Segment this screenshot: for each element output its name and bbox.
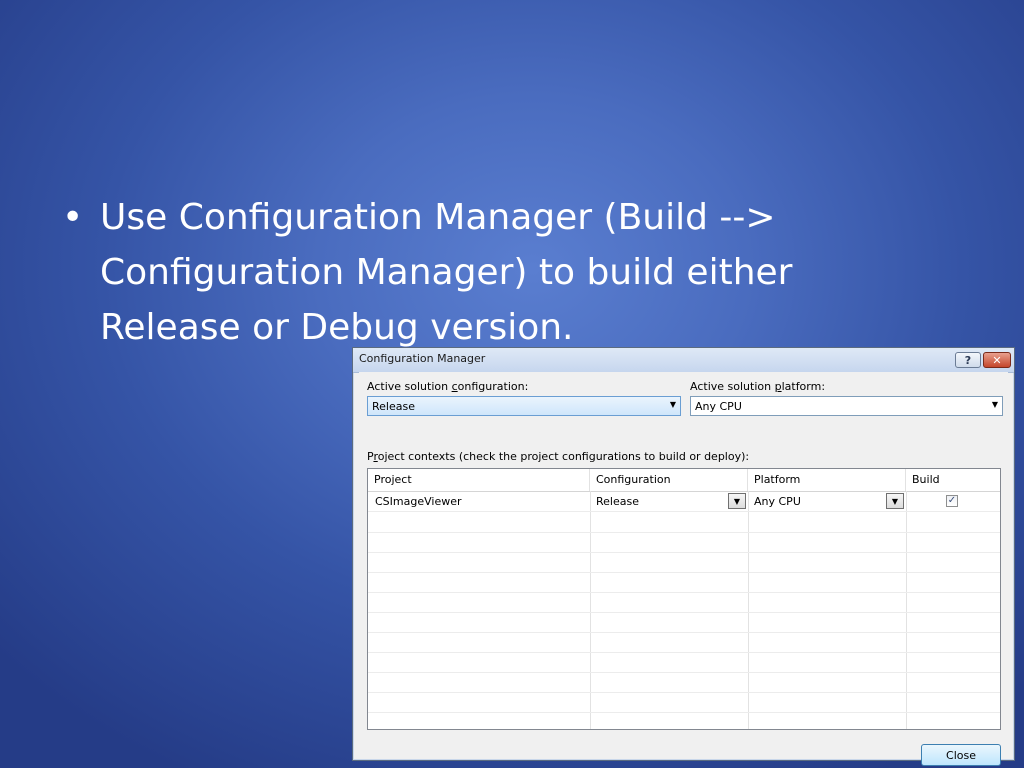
help-button[interactable]: ? (955, 352, 981, 368)
column-header-build[interactable]: Build (906, 469, 1000, 491)
empty-row (368, 572, 1000, 593)
project-contexts-label: Project contexts (check the project conf… (367, 450, 750, 463)
row-configuration-dropdown[interactable]: ▼ (728, 493, 746, 509)
column-header-configuration[interactable]: Configuration (590, 469, 748, 491)
window-close-button[interactable]: ✕ (983, 352, 1011, 368)
dialog-titlebar[interactable]: Configuration Manager ? ✕ (353, 348, 1014, 373)
close-icon: ✕ (992, 353, 1002, 367)
active-platform-value: Any CPU (695, 400, 742, 413)
row-platform: Any CPU (754, 495, 801, 508)
bullet-line-2: Configuration Manager) to build either (100, 252, 793, 293)
chevron-down-icon: ▼ (891, 496, 899, 506)
row-platform-dropdown[interactable]: ▼ (886, 493, 904, 509)
dialog-title: Configuration Manager (359, 352, 486, 365)
active-config-select[interactable]: Release ▼ (367, 396, 681, 416)
chevron-down-icon: ▼ (669, 400, 676, 409)
row-project: CSImageViewer (375, 495, 462, 508)
bullet-line-1: Use Configuration Manager (Build --> (100, 197, 776, 238)
close-button[interactable]: Close (921, 744, 1001, 766)
active-config-value: Release (372, 400, 415, 413)
bullet-body: Use Configuration Manager (Build --> Con… (100, 190, 862, 355)
check-icon: ✓ (947, 495, 957, 506)
column-header-project[interactable]: Project (368, 469, 590, 491)
empty-row (368, 512, 1000, 533)
empty-row (368, 612, 1000, 633)
row-build-checkbox[interactable]: ✓ (946, 495, 958, 507)
chevron-down-icon: ▼ (991, 400, 998, 409)
empty-row (368, 592, 1000, 613)
empty-row (368, 672, 1000, 693)
project-contexts-grid: Project Configuration Platform Build CSI… (367, 468, 1001, 730)
column-header-platform[interactable]: Platform (748, 469, 906, 491)
slide-bullet-text: • Use Configuration Manager (Build --> C… (62, 190, 862, 355)
empty-row (368, 652, 1000, 673)
active-platform-select[interactable]: Any CPU ▼ (690, 396, 1003, 416)
empty-row (368, 532, 1000, 553)
active-platform-label: Active solution platform: (690, 380, 826, 393)
help-icon: ? (964, 353, 972, 367)
dialog-body: Active solution configuration: Release ▼… (359, 372, 1008, 766)
chevron-down-icon: ▼ (733, 496, 741, 506)
row-configuration: Release (596, 495, 639, 508)
bullet-dot: • (62, 197, 84, 238)
active-config-label: Active solution configuration: (367, 380, 529, 393)
empty-row (368, 632, 1000, 653)
table-row[interactable]: CSImageViewer Release ▼ Any CPU ▼ ✓ (368, 491, 1000, 512)
bullet-item: • Use Configuration Manager (Build --> C… (62, 190, 862, 355)
grid-header: Project Configuration Platform Build (368, 469, 1000, 492)
configuration-manager-dialog: Configuration Manager ? ✕ Active solutio… (352, 347, 1015, 766)
empty-row (368, 552, 1000, 573)
empty-row (368, 692, 1000, 713)
